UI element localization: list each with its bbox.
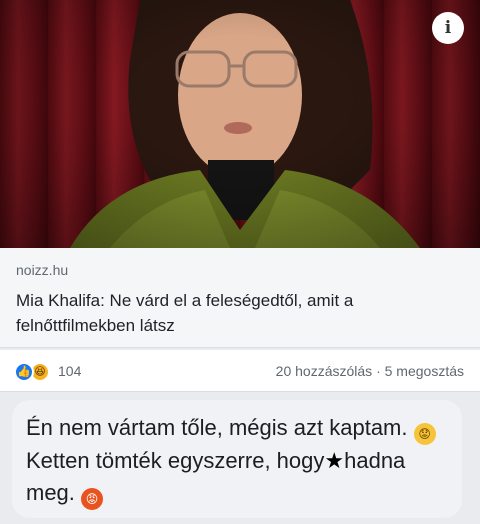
link-headline[interactable]: Mia Khalifa: Ne várd el a feleségedtől, … [16, 288, 468, 338]
reaction-count[interactable]: 104 [58, 363, 81, 379]
comment-text: Én nem vártam tőle, mégis azt kaptam. 😟 … [26, 412, 448, 510]
share-count[interactable]: 5 megosztás [385, 363, 464, 379]
info-icon[interactable]: i [432, 12, 464, 44]
censor-star-icon: ★ [324, 448, 345, 473]
post-stats-bar: 👍 😆 104 20 hozzászólás · 5 megosztás [0, 350, 480, 392]
comment-text-part2: Ketten tömték egyszerre, hogy [26, 448, 325, 473]
comment-count[interactable]: 20 hozzászólás [276, 363, 373, 379]
sad-emoji-icon: 😟 [413, 423, 436, 445]
article-thumbnail[interactable]: i [0, 0, 480, 248]
comment-bubble: Én nem vártam tőle, mégis azt kaptam. 😟 … [12, 400, 462, 518]
like-reaction-icon[interactable]: 👍 [14, 362, 34, 382]
link-preview[interactable]: noizz.hu Mia Khalifa: Ne várd el a feles… [0, 248, 480, 348]
comment-text-part1: Én nem vártam tőle, mégis azt kaptam. [26, 415, 408, 440]
angry-emoji-icon: 😡 [81, 488, 104, 510]
comment-share-counts: 20 hozzászólás · 5 megosztás [276, 363, 464, 379]
link-domain: noizz.hu [16, 262, 69, 278]
thumbnail-vignette [0, 0, 480, 248]
stats-separator: · [376, 363, 381, 379]
